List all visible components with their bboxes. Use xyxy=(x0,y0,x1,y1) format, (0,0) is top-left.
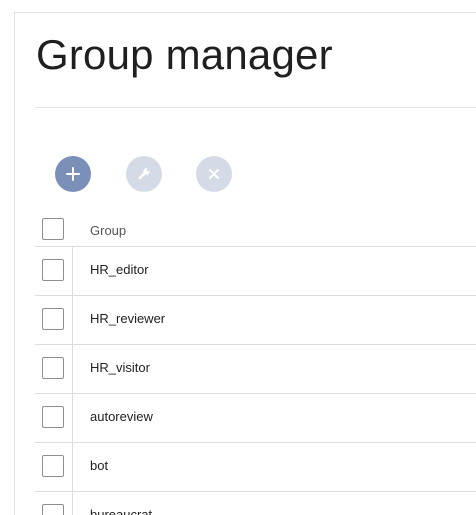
column-header-group: Group xyxy=(90,223,127,238)
plus-icon xyxy=(66,167,80,181)
table-row[interactable]: bot xyxy=(35,442,476,491)
select-all-checkbox[interactable] xyxy=(42,218,64,240)
row-check-cell xyxy=(35,443,73,491)
group-manager-panel: Group manager Group HR_editor HR_reviewe… xyxy=(14,12,476,515)
row-check-cell xyxy=(35,296,73,344)
group-name: HR_visitor xyxy=(90,360,150,375)
table-row[interactable]: HR_visitor xyxy=(35,344,476,393)
row-checkbox[interactable] xyxy=(42,504,64,515)
table-row[interactable]: autoreview xyxy=(35,393,476,442)
add-group-button[interactable] xyxy=(55,156,91,192)
group-name: autoreview xyxy=(90,409,153,424)
table-row[interactable]: HR_reviewer xyxy=(35,295,476,344)
row-check-cell xyxy=(35,492,73,515)
row-check-cell xyxy=(35,345,73,393)
table-header: Group xyxy=(35,214,476,246)
edit-group-button[interactable] xyxy=(126,156,162,192)
title-divider xyxy=(35,107,476,108)
row-check-cell xyxy=(35,394,73,442)
row-checkbox[interactable] xyxy=(42,259,64,281)
table-row[interactable]: bureaucrat xyxy=(35,491,476,515)
group-name: HR_editor xyxy=(90,262,149,277)
wrench-icon xyxy=(138,168,150,180)
row-checkbox[interactable] xyxy=(42,357,64,379)
delete-group-button[interactable] xyxy=(196,156,232,192)
close-icon xyxy=(209,169,219,179)
group-name: bot xyxy=(90,458,109,473)
group-name: HR_reviewer xyxy=(90,311,166,326)
select-all-cell xyxy=(35,214,72,246)
row-check-cell xyxy=(35,247,73,295)
row-checkbox[interactable] xyxy=(42,308,64,330)
table-row[interactable]: HR_editor xyxy=(35,246,476,295)
row-checkbox[interactable] xyxy=(42,406,64,428)
page-title: Group manager xyxy=(36,31,333,78)
group-table: Group HR_editor HR_reviewer HR_visitor a… xyxy=(35,214,476,515)
row-checkbox[interactable] xyxy=(42,455,64,477)
